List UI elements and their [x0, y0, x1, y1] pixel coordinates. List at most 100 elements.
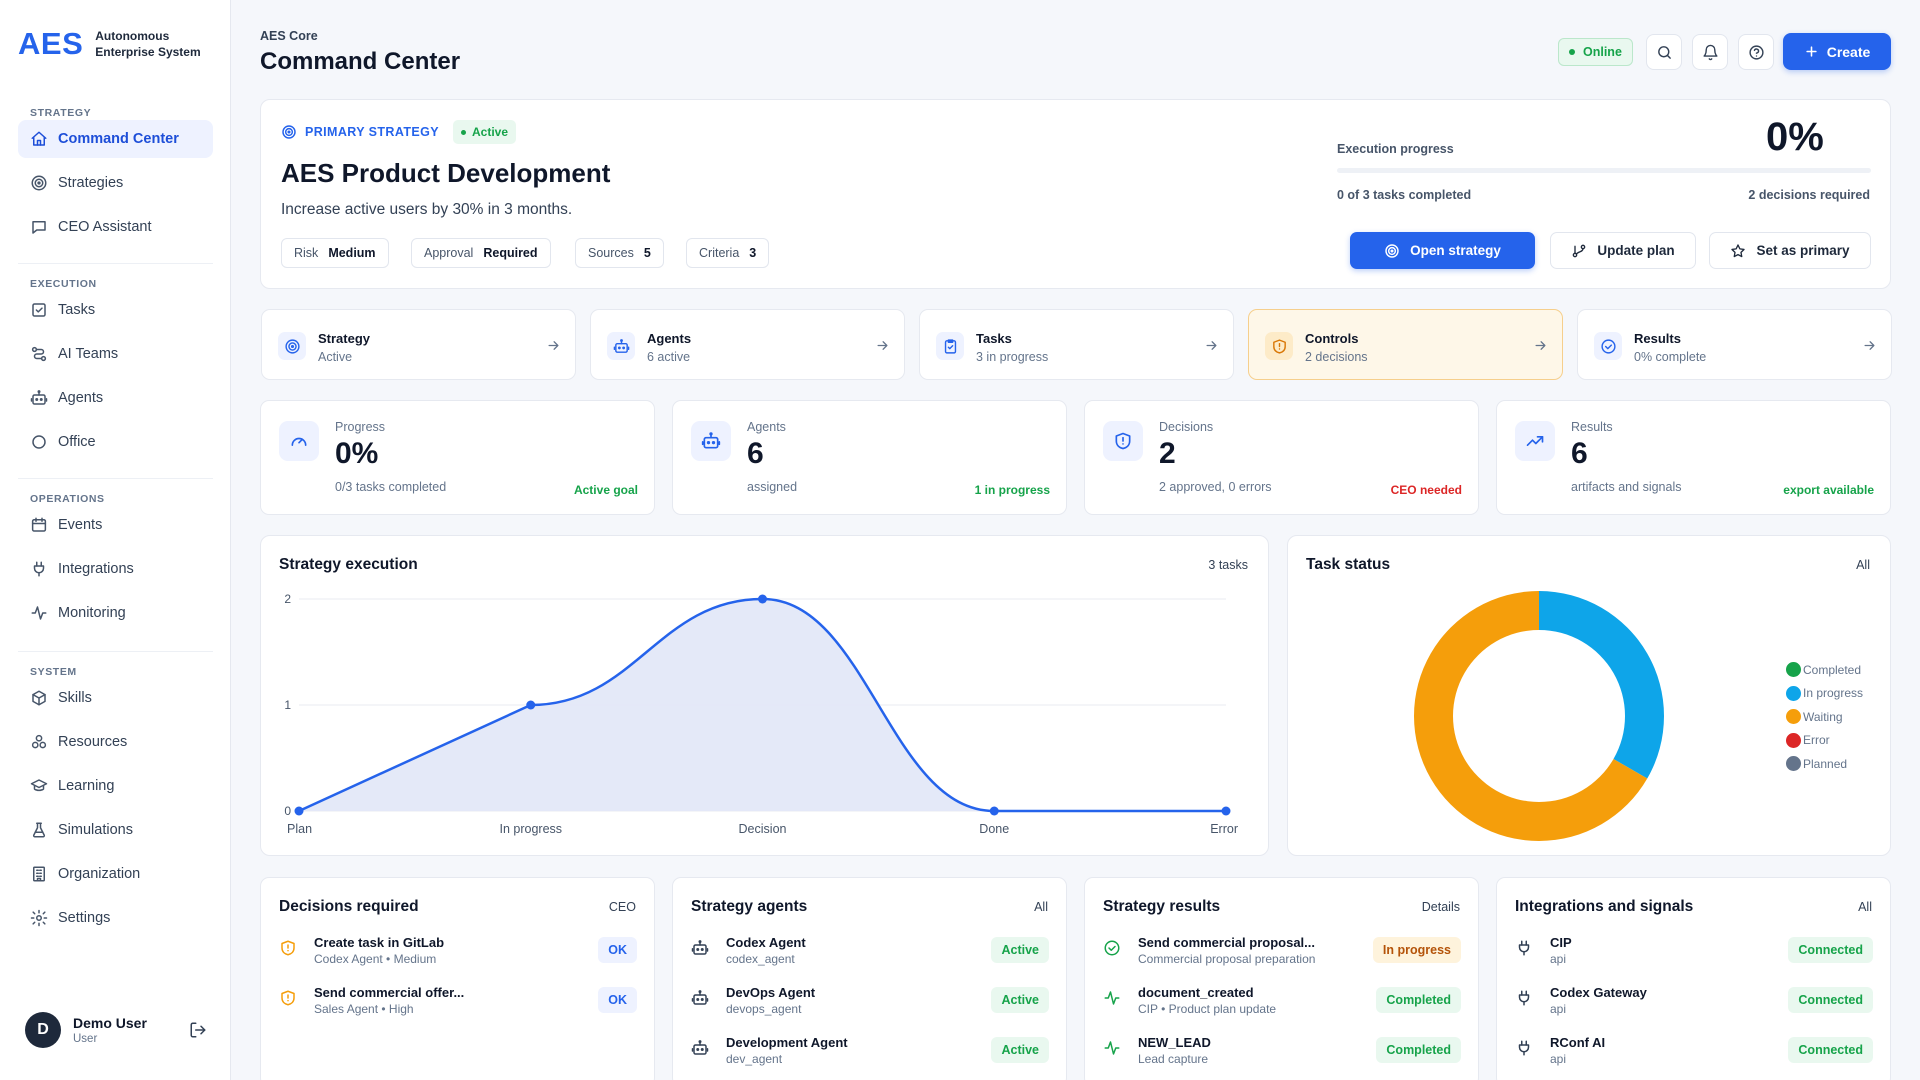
list-item[interactable]: DevOps Agent devops_agent Active: [691, 985, 1049, 1023]
breadcrumb[interactable]: AES Core: [260, 29, 318, 43]
stat-card-decisions: Decisions 2 2 approved, 0 errors CEO needed: [1084, 400, 1479, 515]
status-label: Online: [1583, 45, 1622, 59]
y-tick-label: 1: [284, 698, 291, 712]
sidebar-item-organization[interactable]: Organization: [18, 855, 213, 893]
status-pill: Connected: [1788, 937, 1873, 963]
panel-link[interactable]: CEO: [609, 900, 636, 914]
legend-label: Error: [1803, 733, 1830, 748]
sidebar-item-resources[interactable]: Resources: [18, 723, 213, 761]
search-button[interactable]: [1646, 34, 1682, 70]
target-icon: [1384, 243, 1400, 259]
chip-value: Required: [483, 246, 538, 260]
update-plan-button[interactable]: Update plan: [1550, 232, 1696, 269]
sidebar-item-tasks[interactable]: Tasks: [18, 291, 213, 329]
sidebar-item-command-center[interactable]: Command Center: [18, 120, 213, 158]
legend-item-in-progress[interactable]: In progress: [1786, 682, 1863, 706]
panel-link[interactable]: All: [1034, 900, 1048, 914]
help-circle-icon: [1748, 44, 1765, 61]
nav-card-title: Controls: [1305, 331, 1359, 346]
legend-label: Completed: [1803, 662, 1862, 677]
sidebar-item-office[interactable]: Office: [18, 423, 213, 461]
avatar[interactable]: D: [25, 1012, 61, 1048]
nav-card-strategy[interactable]: Strategy Active: [261, 309, 576, 380]
sidebar-item-learning[interactable]: Learning: [18, 767, 213, 805]
x-tick-label: Done: [979, 822, 1009, 836]
list-item[interactable]: CIP api Connected: [1515, 935, 1873, 973]
legend-item-waiting[interactable]: Waiting: [1786, 705, 1863, 729]
sidebar-item-agents[interactable]: Agents: [18, 379, 213, 417]
panel-link[interactable]: Details: [1422, 900, 1460, 914]
check-circle-icon: [1594, 332, 1622, 360]
list-item[interactable]: NEW_LEAD Lead capture Completed: [1103, 1035, 1461, 1073]
tasks-completed-text: 0 of 3 tasks completed: [1337, 188, 1472, 202]
list-item-title: Send commercial proposal...: [1138, 935, 1315, 950]
sidebar-item-events[interactable]: Events: [18, 506, 213, 544]
legend-item-completed[interactable]: Completed: [1786, 658, 1863, 682]
sidebar-item-settings[interactable]: Settings: [18, 899, 213, 937]
ok-button[interactable]: OK: [598, 987, 637, 1013]
status-pill: Connected: [1788, 1037, 1873, 1063]
x-tick-label: Error: [1210, 822, 1238, 836]
nav-card-agents[interactable]: Agents 6 active: [590, 309, 905, 380]
sidebar-item-simulations[interactable]: Simulations: [18, 811, 213, 849]
sidebar-item-strategies[interactable]: Strategies: [18, 164, 213, 202]
stat-card-results: Results 6 artifacts and signals export avai…: [1496, 400, 1891, 515]
panel-title: Strategy agents: [691, 898, 808, 915]
strategy-execution-chart: 0 1 2 Plan In progress Decision Done Error: [284, 592, 1238, 836]
nav-card-title: Tasks: [976, 331, 1012, 346]
list-item-subtitle: devops_agent: [726, 1002, 802, 1016]
sidebar-item-label: Office: [58, 434, 96, 450]
robot-icon: [691, 939, 709, 957]
panel-link[interactable]: All: [1858, 900, 1872, 914]
nav-card-subtitle: 3 in progress: [976, 350, 1049, 364]
legend-item-planned[interactable]: Planned: [1786, 752, 1863, 776]
data-point-plan: [294, 806, 304, 816]
search-icon: [1656, 44, 1673, 61]
set-primary-button[interactable]: Set as primary: [1709, 232, 1871, 269]
logout-icon[interactable]: [188, 1020, 208, 1040]
execution-progress-bar: [1337, 168, 1871, 173]
sidebar-item-integrations[interactable]: Integrations: [18, 550, 213, 588]
list-item-title: NEW_LEAD: [1138, 1035, 1211, 1050]
sidebar-item-ai-teams[interactable]: AI Teams: [18, 335, 213, 373]
ok-button[interactable]: OK: [598, 937, 637, 963]
panel-title: Strategy results: [1103, 898, 1221, 915]
task-status-panel: Task status All Completed In progress Wait…: [1287, 535, 1891, 856]
donut-slice-in-progress[interactable]: [1539, 591, 1664, 779]
list-item[interactable]: RConf AI api Connected: [1515, 1035, 1873, 1073]
create-button[interactable]: Create: [1783, 33, 1891, 70]
sidebar-item-skills[interactable]: Skills: [18, 679, 213, 717]
open-strategy-button[interactable]: Open strategy: [1350, 232, 1535, 269]
list-item-subtitle: codex_agent: [726, 952, 795, 966]
plug-icon: [1515, 939, 1533, 957]
notifications-button[interactable]: [1692, 34, 1728, 70]
list-item[interactable]: document_created CIP • Product plan updat…: [1103, 985, 1461, 1023]
stat-subtext: artifacts and signals: [1571, 480, 1682, 494]
list-item[interactable]: Development Agent dev_agent Active: [691, 1035, 1049, 1073]
help-button[interactable]: [1738, 34, 1774, 70]
sidebar-item-ceo-assistant[interactable]: CEO Assistant: [18, 208, 213, 246]
nav-card-results[interactable]: Results 0% complete: [1577, 309, 1892, 380]
execution-progress-label: Execution progress: [1337, 142, 1454, 156]
panel-strategy-results: Strategy results Details Send commercial p…: [1084, 877, 1479, 1080]
list-item[interactable]: Create task in GitLab Codex Agent • Mediu…: [279, 935, 637, 973]
list-item[interactable]: Send commercial offer... Sales Agent • Hi…: [279, 985, 637, 1023]
activity-icon: [30, 604, 48, 622]
plus-icon: [1804, 44, 1819, 59]
sidebar-item-monitoring[interactable]: Monitoring: [18, 594, 213, 632]
robot-icon: [691, 1039, 709, 1057]
logo[interactable]: AES Autonomous Enterprise System: [18, 26, 215, 62]
robot-icon: [607, 332, 635, 360]
check-circle-icon: [1103, 939, 1121, 957]
chip-value: Medium: [328, 246, 376, 260]
puzzle-icon: [30, 689, 48, 707]
legend-item-error[interactable]: Error: [1786, 729, 1863, 753]
list-item-title: Send commercial offer...: [314, 985, 465, 1000]
nav-card-tasks[interactable]: Tasks 3 in progress: [919, 309, 1234, 380]
nav-card-controls[interactable]: Controls 2 decisions: [1248, 309, 1563, 380]
checkbox-icon: [30, 301, 48, 319]
status-dot: [1569, 49, 1575, 55]
list-item[interactable]: Send commercial proposal... Commercial pr…: [1103, 935, 1461, 973]
list-item[interactable]: Codex Agent codex_agent Active: [691, 935, 1049, 973]
list-item[interactable]: Codex Gateway api Connected: [1515, 985, 1873, 1023]
